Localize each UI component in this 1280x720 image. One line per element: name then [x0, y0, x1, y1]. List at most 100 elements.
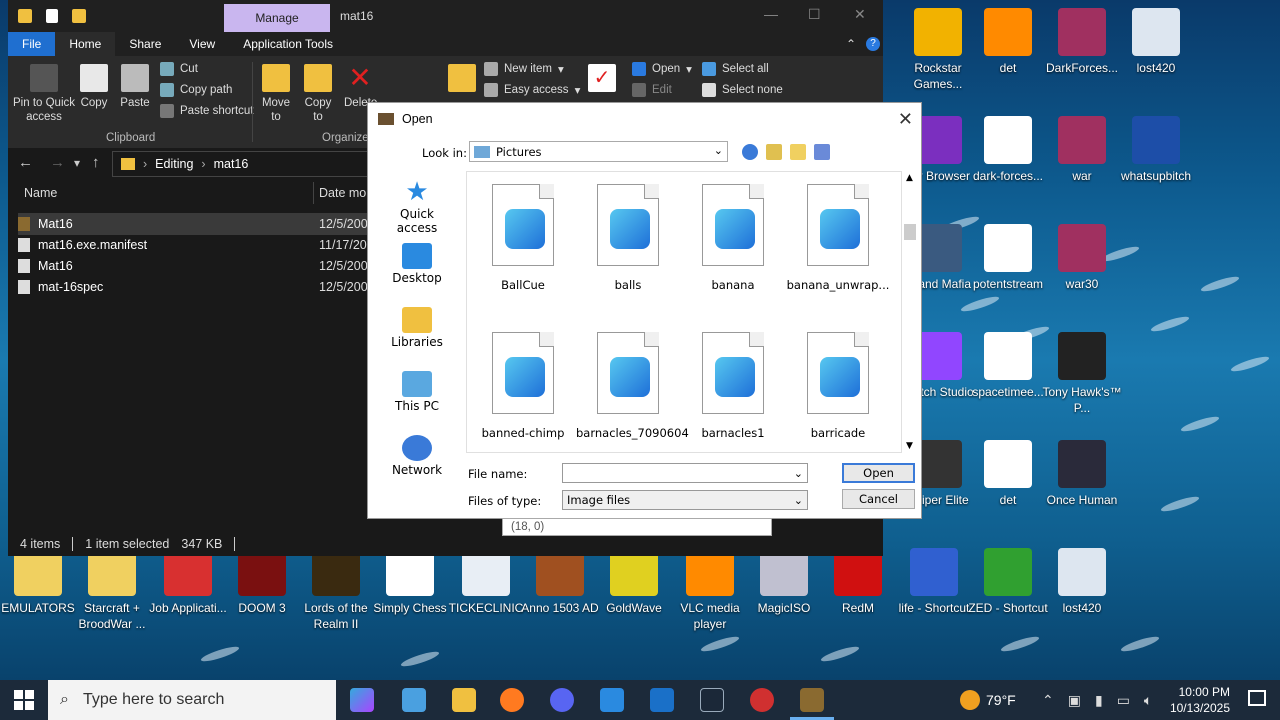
desktop-icon[interactable]: dark-forces...: [968, 116, 1048, 184]
properties-button[interactable]: ✓: [588, 64, 616, 96]
recent-locations-icon[interactable]: ▾: [74, 156, 80, 170]
file-tile[interactable]: banned-chimp: [471, 332, 575, 440]
tab-share[interactable]: Share: [115, 32, 175, 56]
select-none-button[interactable]: Select none: [702, 83, 783, 97]
copy-to-button[interactable]: Copy to: [300, 64, 336, 124]
desktop-icon[interactable]: EMULATORS: [0, 548, 78, 616]
chevron-up-icon[interactable]: ⌃: [1042, 692, 1054, 709]
breadcrumb-editing[interactable]: Editing: [155, 157, 193, 171]
file-tile[interactable]: banana: [681, 184, 785, 292]
desktop-icon[interactable]: MagicISO: [744, 548, 824, 616]
desktop-icon[interactable]: Once Human: [1042, 440, 1122, 508]
file-tile[interactable]: banana_unwrap...: [786, 184, 890, 292]
desktop-icon[interactable]: Rockstar Games...: [898, 8, 978, 92]
tray-app-icon[interactable]: ▣: [1068, 692, 1081, 709]
back-icon[interactable]: ←: [18, 154, 33, 171]
file-explorer-icon[interactable]: [452, 688, 476, 712]
file-type-select[interactable]: Image files ⌄: [562, 490, 808, 510]
microsoft-store-icon[interactable]: [600, 688, 624, 712]
file-tile[interactable]: barnacles1: [681, 332, 785, 440]
desktop-icon[interactable]: GoldWave: [594, 548, 674, 616]
place-network[interactable]: Network: [378, 435, 456, 495]
desktop-icon[interactable]: war: [1042, 116, 1122, 184]
help-icon[interactable]: ?: [866, 37, 880, 51]
clock[interactable]: 10:00 PM 10/13/2025: [1170, 684, 1230, 716]
up-icon[interactable]: ↑: [92, 154, 100, 171]
breadcrumb-mat16[interactable]: mat16: [214, 157, 249, 171]
place-desktop[interactable]: Desktop: [378, 243, 456, 303]
desktop-icon[interactable]: lost420: [1116, 8, 1196, 76]
column-name[interactable]: Name: [24, 186, 57, 200]
desktop-icon[interactable]: Job Applicati...: [148, 548, 228, 616]
paste-shortcut-button[interactable]: Paste shortcut: [160, 104, 254, 118]
minimize-icon[interactable]: —: [764, 6, 778, 22]
place-this-pc[interactable]: This PC: [378, 371, 456, 431]
desktop-icon[interactable]: life - Shortcut: [894, 548, 974, 616]
volume-icon[interactable]: 🔈︎: [1144, 692, 1152, 709]
tab-view[interactable]: View: [175, 32, 229, 56]
recorder-icon[interactable]: [750, 688, 774, 712]
chevron-down-icon[interactable]: ⌄: [794, 465, 803, 483]
scrollbar-thumb[interactable]: [904, 224, 916, 240]
file-tile[interactable]: balls: [576, 184, 680, 292]
file-name-input[interactable]: ⌄: [562, 463, 808, 483]
tab-application-tools[interactable]: Application Tools: [229, 32, 347, 56]
desktop-icon[interactable]: whatsupbitch: [1116, 116, 1196, 184]
desktop-icon[interactable]: TICKECLINIC: [446, 548, 526, 616]
network-icon[interactable]: ▭: [1117, 692, 1130, 709]
cancel-button[interactable]: Cancel: [842, 489, 915, 509]
file-tile[interactable]: BallCue: [471, 184, 575, 292]
desktop-icon[interactable]: RedM: [818, 548, 898, 616]
copy-path-button[interactable]: Copy path: [160, 83, 232, 97]
desktop-icon[interactable]: Simply Chess: [370, 548, 450, 616]
mat16-app-icon[interactable]: [800, 688, 824, 712]
easy-access-button[interactable]: Easy access ▾: [484, 83, 580, 97]
place-quick-access[interactable]: ★ Quick access: [378, 179, 456, 239]
desktop-icon[interactable]: Tony Hawk's™ P...: [1042, 332, 1122, 416]
copilot-icon[interactable]: [350, 688, 374, 712]
look-in-dropdown[interactable]: Pictures ⌄: [469, 141, 728, 162]
place-libraries[interactable]: Libraries: [378, 307, 456, 367]
scroll-up-icon[interactable]: ▲: [906, 173, 913, 183]
forward-icon[interactable]: →: [50, 154, 65, 171]
view-menu-icon[interactable]: [814, 144, 830, 160]
file-tile[interactable]: barricade: [786, 332, 890, 440]
up-folder-icon[interactable]: [766, 144, 782, 160]
desktop-icon[interactable]: Anno 1503 AD: [520, 548, 600, 616]
close-icon[interactable]: ✕: [898, 109, 913, 130]
outlook-icon[interactable]: [650, 688, 674, 712]
desktop-icon[interactable]: spacetimee...: [968, 332, 1048, 400]
desktop-icon[interactable]: ZED - Shortcut: [968, 548, 1048, 616]
breadcrumb[interactable]: › Editing › mat16: [112, 151, 377, 177]
desktop-icon[interactable]: DarkForces...: [1042, 8, 1122, 76]
move-to-button[interactable]: Move to: [258, 64, 294, 124]
usb-icon[interactable]: ▮: [1095, 692, 1103, 709]
file-tile[interactable]: barnacles_7090604: [576, 332, 689, 440]
paste-button[interactable]: Paste: [118, 64, 152, 110]
back-icon[interactable]: [742, 144, 758, 160]
open-button[interactable]: Open: [842, 463, 915, 483]
cut-button[interactable]: Cut: [160, 62, 198, 76]
checkbox-icon[interactable]: [46, 9, 58, 23]
tab-file[interactable]: File: [8, 32, 56, 56]
pin-to-quick-access-button[interactable]: Pin to Quick access: [12, 64, 76, 124]
copy-button[interactable]: Copy: [78, 64, 110, 110]
close-icon[interactable]: ✕: [854, 6, 866, 23]
column-date-modified[interactable]: Date mo: [319, 186, 366, 200]
notifications-icon[interactable]: [1248, 690, 1266, 706]
folder-icon[interactable]: [72, 9, 86, 23]
new-folder-icon[interactable]: [790, 144, 806, 160]
edit-button[interactable]: Edit: [632, 83, 672, 97]
desktop-icon[interactable]: det: [968, 440, 1048, 508]
desktop-icon[interactable]: VLC media player: [670, 548, 750, 632]
desktop-icon[interactable]: det: [968, 8, 1048, 76]
desktop-icon[interactable]: war30: [1042, 224, 1122, 292]
desktop-icon[interactable]: lost420: [1042, 548, 1122, 616]
desktop-icon[interactable]: DOOM 3: [222, 548, 302, 616]
discord-icon[interactable]: [550, 688, 574, 712]
desktop-icon[interactable]: Starcraft + BroodWar ...: [72, 548, 152, 632]
collapse-ribbon-icon[interactable]: ⌃: [846, 37, 856, 51]
scroll-down-icon[interactable]: ▼: [906, 441, 913, 451]
weather-widget[interactable]: 79°F: [960, 680, 1016, 720]
new-folder-button[interactable]: [448, 64, 476, 96]
